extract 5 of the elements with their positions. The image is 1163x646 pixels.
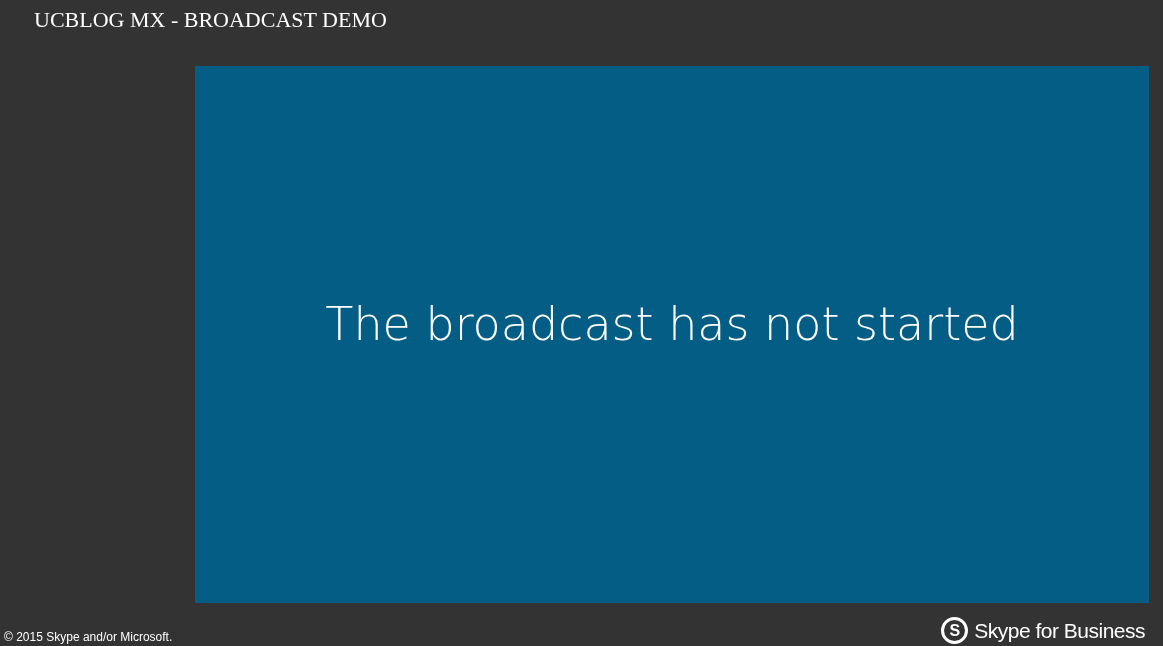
page-title: UCBLOG MX - BROADCAST DEMO — [34, 7, 387, 32]
status-message: The broadcast has not started — [325, 296, 1019, 353]
skype-logo-icon: S — [941, 617, 969, 644]
logo-text: Skype for Business — [974, 618, 1145, 643]
copyright-text: © 2015 Skype and/or Microsoft. — [3, 630, 173, 644]
